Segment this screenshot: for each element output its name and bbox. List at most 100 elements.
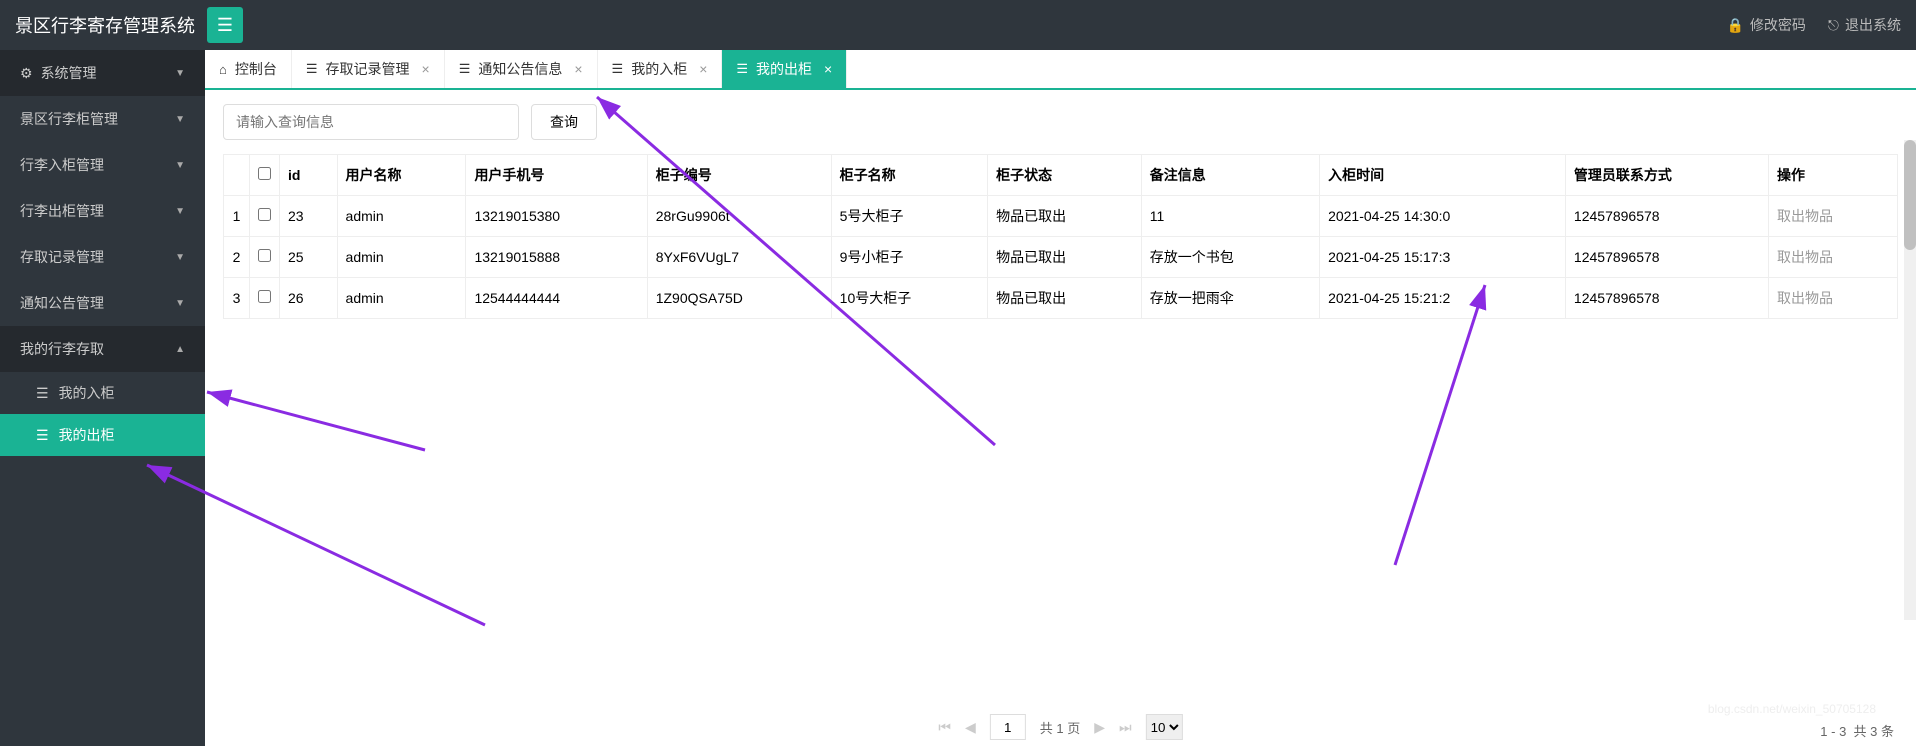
- col-header-10: 管理员联系方式: [1565, 155, 1768, 196]
- col-header-0: [224, 155, 250, 196]
- bars-icon: ☰: [217, 15, 233, 36]
- row-checkbox[interactable]: [258, 290, 271, 303]
- sidebar-sub-1[interactable]: ☰我的出柜: [0, 414, 205, 456]
- page-title: 景区行李寄存管理系统: [15, 12, 195, 38]
- prev-page-button[interactable]: ◀: [965, 719, 976, 736]
- cell: 取出物品: [1769, 278, 1898, 319]
- sidebar-item-3[interactable]: 行李出柜管理 ▼: [0, 188, 205, 234]
- sidebar-item-0[interactable]: ⚙系统管理▼: [0, 50, 205, 96]
- sidebar-item-5[interactable]: 通知公告管理▼: [0, 280, 205, 326]
- data-table: id用户名称用户手机号柜子编号柜子名称柜子状态备注信息入柜时间管理员联系方式操作…: [223, 154, 1898, 319]
- chevron-down-icon: ▼: [175, 252, 185, 263]
- chevron-down-icon: ▼: [175, 68, 185, 79]
- pager: ⏮ ◀ 共 1 页 ▶ ⏭ 10: [938, 714, 1182, 740]
- cell: 2021-04-25 15:17:3: [1320, 237, 1566, 278]
- select-all-checkbox[interactable]: [258, 167, 271, 180]
- search-input[interactable]: [223, 104, 519, 140]
- sidebar-item-label: 景区行李柜管理: [20, 109, 118, 129]
- cell: 25: [280, 237, 338, 278]
- chevron-down-icon: ▼: [175, 206, 185, 217]
- cell: 3: [224, 278, 250, 319]
- logout-icon: ⎋: [1828, 17, 1839, 34]
- sidebar-item-label: 存取记录管理: [20, 247, 104, 267]
- table-row: 326admin125444444441Z90QSA75D10号大柜子物品已取出…: [224, 278, 1898, 319]
- row-checkbox[interactable]: [258, 249, 271, 262]
- next-page-button[interactable]: ▶: [1094, 719, 1105, 736]
- scrollbar-thumb[interactable]: [1904, 140, 1916, 250]
- last-page-button[interactable]: ⏭: [1119, 719, 1132, 736]
- tab-2[interactable]: ☰通知公告信息×: [445, 50, 598, 88]
- chevron-up-icon: ▲: [175, 344, 185, 355]
- cell: [250, 278, 280, 319]
- cell: 13219015380: [466, 196, 647, 237]
- col-header-9: 入柜时间: [1320, 155, 1566, 196]
- first-page-button[interactable]: ⏮: [938, 719, 951, 736]
- home-icon: ⌂: [219, 62, 227, 77]
- chevron-down-icon: ▼: [175, 114, 185, 125]
- sidebar-sub-label: 我的入柜: [59, 383, 115, 403]
- tab-1[interactable]: ☰存取记录管理×: [292, 50, 445, 88]
- close-icon[interactable]: ×: [699, 61, 707, 77]
- close-icon[interactable]: ×: [574, 61, 582, 77]
- tab-3[interactable]: ☰ 我的入柜 ×: [598, 50, 723, 88]
- cell: 8YxF6VUgL7: [647, 237, 831, 278]
- cell: 物品已取出: [988, 196, 1142, 237]
- sidebar-toggle-button[interactable]: ☰: [207, 7, 243, 43]
- cell: 存放一把雨伞: [1141, 278, 1319, 319]
- sidebar-item-2[interactable]: 行李入柜管理▼: [0, 142, 205, 188]
- sidebar-item-1[interactable]: 景区行李柜管理 ▼: [0, 96, 205, 142]
- list-icon: ☰: [36, 385, 49, 402]
- cell: 2021-04-25 14:30:0: [1320, 196, 1566, 237]
- cell: 12544444444: [466, 278, 647, 319]
- list-icon: ☰: [612, 61, 624, 77]
- take-out-button[interactable]: 取出物品: [1777, 208, 1833, 224]
- cell: 取出物品: [1769, 237, 1898, 278]
- cell: 5号大柜子: [831, 196, 987, 237]
- cell: 12457896578: [1565, 237, 1768, 278]
- close-icon[interactable]: ×: [824, 61, 832, 77]
- page-input[interactable]: [990, 714, 1026, 740]
- logout-button[interactable]: ⎋ 退出系统: [1828, 15, 1901, 35]
- cell: 物品已取出: [988, 278, 1142, 319]
- cell: 10号大柜子: [831, 278, 987, 319]
- take-out-button[interactable]: 取出物品: [1777, 290, 1833, 306]
- col-header-4: 用户手机号: [466, 155, 647, 196]
- sidebar-item-6[interactable]: 我的行李存取 ▲: [0, 326, 205, 372]
- tab-label: 通知公告信息: [478, 59, 562, 79]
- cell: admin: [337, 278, 466, 319]
- list-icon: ☰: [36, 427, 49, 444]
- tabbar: ⌂控制台☰存取记录管理×☰通知公告信息×☰我的入柜×☰我的出柜×: [205, 50, 1916, 90]
- table-row: 123admin1321901538028rGu9906t5号大柜子物品已取出1…: [224, 196, 1898, 237]
- cell: 2: [224, 237, 250, 278]
- cell: 11: [1141, 196, 1319, 237]
- page-size-select[interactable]: 10: [1146, 714, 1183, 740]
- take-out-button[interactable]: 取出物品: [1777, 249, 1833, 265]
- cell: 1Z90QSA75D: [647, 278, 831, 319]
- change-password-button[interactable]: 🔒 修改密码: [1726, 15, 1805, 35]
- tab-4[interactable]: ☰我的出柜×: [722, 50, 847, 88]
- sidebar-item-label: 我的行李存取: [20, 339, 104, 359]
- cell: 23: [280, 196, 338, 237]
- watermark: blog.csdn.net/weixin_50705128: [1708, 702, 1876, 716]
- col-header-5: 柜子编号: [647, 155, 831, 196]
- query-button[interactable]: 查询: [531, 104, 597, 140]
- tab-label: 我的入柜: [631, 59, 687, 79]
- gear-icon: ⚙: [20, 65, 33, 82]
- sidebar-sub-0[interactable]: ☰ 我的入柜: [0, 372, 205, 414]
- row-checkbox[interactable]: [258, 208, 271, 221]
- sidebar-item-label: 通知公告管理: [20, 293, 104, 313]
- cell: 存放一个书包: [1141, 237, 1319, 278]
- close-icon[interactable]: ×: [422, 61, 430, 77]
- sidebar-item-4[interactable]: 存取记录管理 ▼: [0, 234, 205, 280]
- col-header-7: 柜子状态: [988, 155, 1142, 196]
- list-icon: ☰: [306, 61, 318, 77]
- cell: 物品已取出: [988, 237, 1142, 278]
- tab-0[interactable]: ⌂控制台: [205, 50, 292, 88]
- chevron-down-icon: ▼: [175, 160, 185, 171]
- pager-summary: 1 - 3 共 3 条: [1820, 721, 1894, 740]
- lock-icon: 🔒: [1726, 17, 1743, 34]
- sidebar-item-label: 行李出柜管理: [20, 201, 104, 221]
- cell: admin: [337, 237, 466, 278]
- table-row: 225admin132190158888YxF6VUgL79号小柜子物品已取出存…: [224, 237, 1898, 278]
- tab-label: 我的出柜: [756, 59, 812, 79]
